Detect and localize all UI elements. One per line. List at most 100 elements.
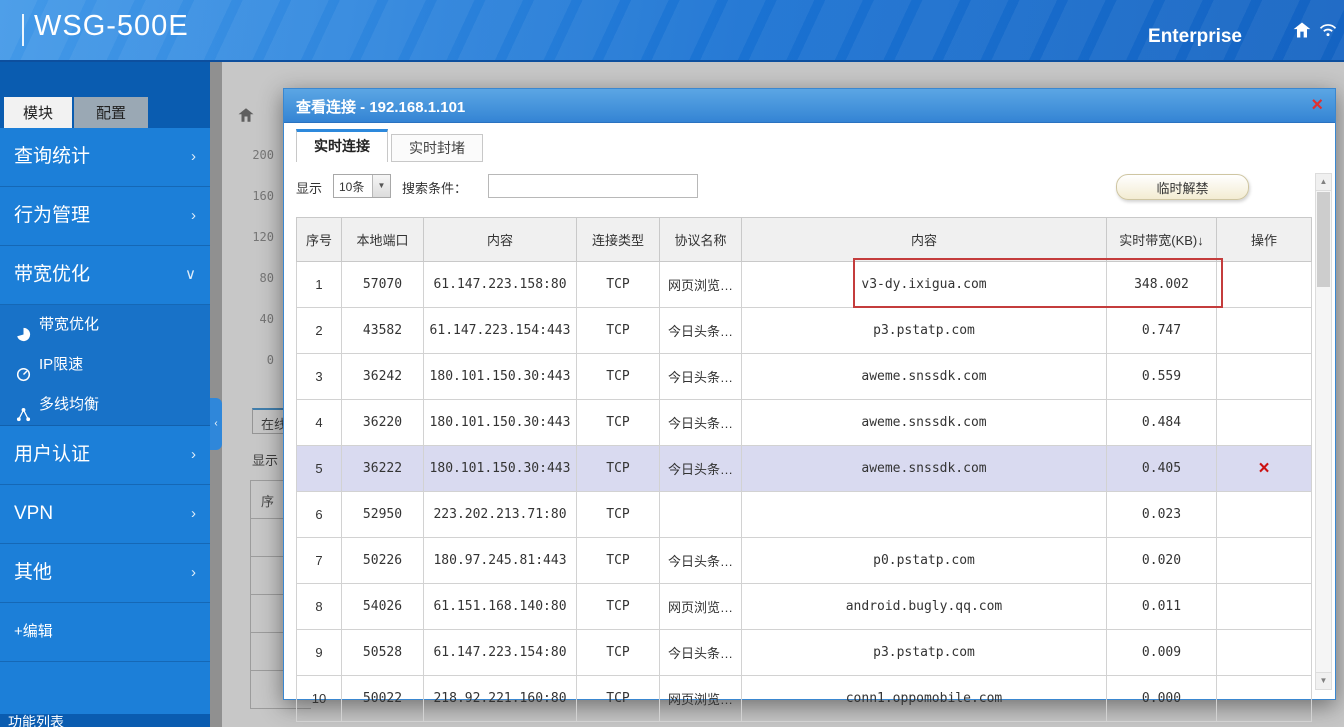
speedometer-icon [16, 358, 31, 381]
cell-bandwidth: 0.011 [1106, 583, 1217, 630]
home-icon[interactable] [1292, 20, 1312, 40]
cell-protocol-name: 今日头条… [659, 445, 742, 492]
cell-protocol-name: 今日头条… [659, 629, 742, 676]
page-size-value: 10条 [339, 180, 365, 194]
scrollbar-thumb[interactable] [1317, 192, 1330, 287]
cell-bandwidth: 0.484 [1106, 399, 1217, 446]
cell-local-port: 50226 [341, 537, 424, 584]
chevron-right-icon: › [191, 148, 196, 165]
submenu-item-label: 带宽优化 [39, 316, 100, 333]
cell-protocol-name: 网页浏览… [659, 583, 742, 630]
sidebar-item-user-auth[interactable]: 用户认证 › [0, 426, 210, 485]
vertical-scrollbar[interactable]: ▲ ▼ [1315, 173, 1332, 690]
connection-row[interactable]: 1 57070 61.147.223.158:80 TCP 网页浏览… v3-d… [296, 261, 1312, 308]
view-connections-dialog: 查看连接 - 192.168.1.101 × 实时连接 实时封堵 显示 10条 … [283, 88, 1336, 722]
col-content: 内容 [423, 217, 577, 262]
search-input[interactable] [488, 174, 698, 198]
sidebar-item-behavior-mgmt[interactable]: 行为管理 › [0, 187, 210, 246]
cell-remote-address: 180.101.150.30:443 [423, 399, 577, 446]
connection-row[interactable]: 3 36242 180.101.150.30:443 TCP 今日头条… awe… [296, 353, 1312, 400]
scroll-down-icon[interactable]: ▼ [1316, 672, 1331, 689]
sidebar-item-vpn[interactable]: VPN › [0, 485, 210, 544]
cell-index: 3 [296, 353, 342, 400]
cell-index: 8 [296, 583, 342, 630]
submenu-item-bandwidth-opt[interactable]: 带宽优化 [0, 305, 210, 345]
cell-connection-type: TCP [576, 629, 660, 676]
col-content2: 内容 [741, 217, 1107, 262]
connection-row[interactable]: 10 50022 218.92.221.160:80 TCP 网页浏览… con… [296, 675, 1312, 722]
cell-connection-type: TCP [576, 261, 660, 308]
page-size-select[interactable]: 10条 ▼ [333, 174, 391, 198]
cell-connection-type: TCP [576, 537, 660, 584]
connection-row[interactable]: 7 50226 180.97.245.81:443 TCP 今日头条… p0.p… [296, 537, 1312, 584]
sidebar-tab-modules[interactable]: 模块 [4, 97, 72, 128]
dropdown-arrow-icon[interactable]: ▼ [372, 175, 390, 197]
tab-realtime-connections[interactable]: 实时连接 [296, 129, 388, 162]
cell-bandwidth: 0.747 [1106, 307, 1217, 354]
cell-bandwidth: 0.023 [1106, 491, 1217, 538]
brand-accent [22, 14, 24, 46]
cell-local-port: 36242 [341, 353, 424, 400]
connection-row[interactable]: 4 36220 180.101.150.30:443 TCP 今日头条… awe… [296, 399, 1312, 446]
cell-bandwidth: 0.020 [1106, 537, 1217, 584]
cell-protocol-name: 今日头条… [659, 537, 742, 584]
cell-local-port: 36220 [341, 399, 424, 446]
scroll-up-icon[interactable]: ▲ [1316, 174, 1331, 191]
cell-bandwidth: 348.002 [1106, 261, 1217, 308]
col-protocol-name: 协议名称 [659, 217, 742, 262]
col-index: 序号 [296, 217, 342, 262]
connection-row[interactable]: 5 36222 180.101.150.30:443 TCP 今日头条… awe… [296, 445, 1312, 492]
cell-local-port: 52950 [341, 491, 424, 538]
sidebar-item-bandwidth-opt[interactable]: 带宽优化 ∨ [0, 246, 210, 305]
sidebar-item-label: +编辑 [14, 623, 53, 640]
cell-connection-type: TCP [576, 399, 660, 446]
sidebar-tabs: 模块 配置 [0, 62, 210, 128]
connection-row[interactable]: 8 54026 61.151.168.140:80 TCP 网页浏览… andr… [296, 583, 1312, 630]
close-icon[interactable]: × [1311, 92, 1323, 118]
cell-remote-address: 218.92.221.160:80 [423, 675, 577, 722]
cell-local-port: 50022 [341, 675, 424, 722]
cell-remote-address: 180.101.150.30:443 [423, 353, 577, 400]
cell-host [741, 491, 1107, 538]
sidebar-collapse-handle[interactable]: ‹ [210, 398, 222, 450]
cell-connection-type: TCP [576, 675, 660, 722]
wifi-icon[interactable] [1318, 20, 1338, 40]
edition-label: Enterprise [1148, 26, 1242, 47]
connection-row[interactable]: 9 50528 61.147.223.154:80 TCP 今日头条… p3.p… [296, 629, 1312, 676]
submenu-item-ip-limit[interactable]: IP限速 [0, 345, 210, 385]
sidebar-tab-config[interactable]: 配置 [74, 97, 148, 128]
cell-connection-type: TCP [576, 353, 660, 400]
tab-realtime-blocking[interactable]: 实时封堵 [391, 134, 483, 162]
cell-protocol-name: 网页浏览… [659, 261, 742, 308]
connection-row[interactable]: 2 43582 61.147.223.154:443 TCP 今日头条… p3.… [296, 307, 1312, 354]
cell-index: 5 [296, 445, 342, 492]
search-label: 搜索条件： [402, 181, 468, 196]
sidebar-item-label: 带宽优化 [14, 264, 91, 285]
cell-protocol-name: 今日头条… [659, 399, 742, 446]
submenu-item-multiline-balance[interactable]: 多线均衡 [0, 385, 210, 425]
cell-connection-type: TCP [576, 583, 660, 630]
cell-index: 10 [296, 675, 342, 722]
sidebar-item-query-stats[interactable]: 查询统计 › [0, 128, 210, 187]
sidebar-footer: 功能列表 [0, 714, 210, 727]
cell-host: v3-dy.ixigua.com [741, 261, 1107, 308]
cell-connection-type: TCP [576, 491, 660, 538]
delete-connection-icon[interactable]: × [1258, 458, 1269, 479]
connection-row[interactable]: 6 52950 223.202.213.71:80 TCP 0.023 [296, 491, 1312, 538]
display-label: 显示 [296, 181, 323, 196]
cell-host: p3.pstatp.com [741, 629, 1107, 676]
main-area: 200 160 120 80 40 0 在线 显示 序 查看连接 - 192.168.1.… [210, 62, 1344, 727]
sidebar-item-edit[interactable]: +编辑 [0, 603, 210, 662]
cell-remote-address: 223.202.213.71:80 [423, 491, 577, 538]
cell-local-port: 43582 [341, 307, 424, 354]
temporary-unban-button[interactable]: 临时解禁 [1116, 174, 1249, 200]
sidebar-item-other[interactable]: 其他 › [0, 544, 210, 603]
col-bandwidth-sort[interactable]: 实时带宽(KB)↓ [1106, 217, 1217, 262]
cell-protocol-name: 今日头条… [659, 353, 742, 400]
table-header-row: 序号 本地端口 内容 连接类型 协议名称 内容 实时带宽(KB)↓ 操作 [296, 217, 1312, 262]
cell-local-port: 57070 [341, 261, 424, 308]
connections-tbody: 1 57070 61.147.223.158:80 TCP 网页浏览… v3-d… [296, 261, 1312, 722]
cell-index: 6 [296, 491, 342, 538]
chevron-right-icon: › [191, 446, 196, 463]
sidebar-item-label: 其他 [14, 562, 53, 583]
